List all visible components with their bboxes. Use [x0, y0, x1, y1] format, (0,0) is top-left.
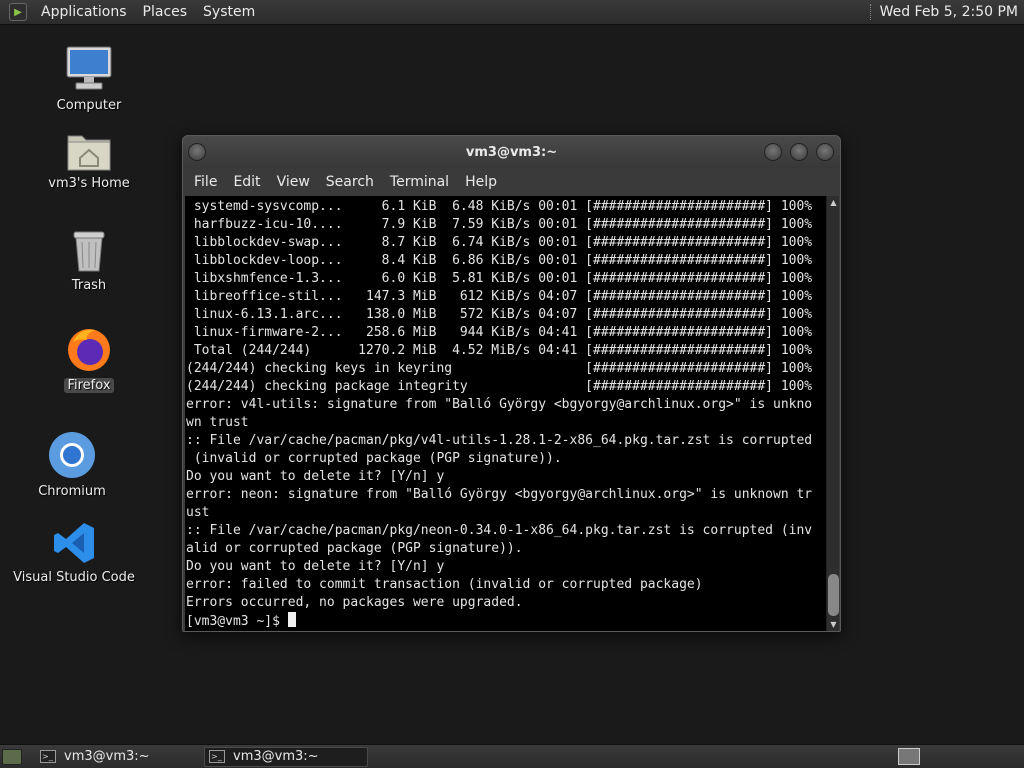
terminal-prompt: [vm3@vm3 ~]$	[186, 614, 288, 629]
terminal-line: :: File /var/cache/pacman/pkg/neon-0.34.…	[186, 523, 813, 538]
terminal-line: (244/244) checking keys in keyring [####…	[186, 361, 813, 376]
minimize-button[interactable]	[764, 143, 782, 161]
terminal-line: libreoffice-stil... 147.3 MiB 612 KiB/s …	[186, 289, 813, 304]
desktop-icon-vscode[interactable]: Visual Studio Code	[13, 520, 135, 585]
taskbar-item-active[interactable]: >_ vm3@vm3:~	[204, 746, 368, 767]
applications-menu-icon[interactable]: ▶	[9, 3, 27, 21]
vscode-icon	[54, 523, 94, 563]
panel-separator	[869, 4, 872, 20]
bottom-panel: >_ vm3@vm3:~ >_ vm3@vm3:~	[0, 744, 1024, 768]
menu-terminal[interactable]: Terminal	[382, 174, 457, 190]
scroll-up-arrow-icon[interactable]: ▲	[827, 196, 840, 209]
desktop-icon-label: Computer	[56, 98, 122, 113]
terminal-icon: >_	[40, 750, 56, 763]
menu-help[interactable]: Help	[457, 174, 505, 190]
clock[interactable]: Wed Feb 5, 2:50 PM	[880, 4, 1024, 20]
trash-icon	[73, 231, 105, 272]
terminal-text: systemd-sysvcomp... 6.1 KiB 6.48 KiB/s 0…	[185, 196, 826, 612]
terminal-line: :: File /var/cache/pacman/pkg/v4l-utils-…	[186, 433, 813, 448]
terminal-output[interactable]: systemd-sysvcomp... 6.1 KiB 6.48 KiB/s 0…	[185, 196, 826, 631]
menu-places[interactable]: Places	[135, 4, 196, 20]
terminal-line: linux-firmware-2... 258.6 MiB 944 KiB/s …	[186, 325, 813, 340]
desktop-icon-label: Chromium	[38, 484, 106, 499]
terminal-line: ust	[186, 505, 210, 520]
desktop-icon-chromium[interactable]: Chromium	[36, 430, 108, 499]
maximize-button[interactable]	[790, 143, 808, 161]
home-folder-icon	[67, 135, 111, 171]
desktop-icon-home[interactable]: vm3's Home	[46, 128, 132, 191]
window-menu-button[interactable]	[188, 143, 206, 161]
terminal-line: linux-6.13.1.arc... 138.0 MiB 572 KiB/s …	[186, 307, 813, 322]
terminal-line: error: failed to commit transaction (inv…	[186, 577, 703, 592]
terminal-window[interactable]: vm3@vm3:~ File Edit View Search Terminal…	[182, 135, 841, 632]
desktop-icon-firefox[interactable]: Firefox	[60, 326, 118, 393]
desktop-icon-label: Visual Studio Code	[13, 570, 135, 585]
terminal-line: Do you want to delete it? [Y/n] y	[186, 559, 445, 574]
workspace-switcher[interactable]	[898, 748, 920, 765]
taskbar-item-label: vm3@vm3:~	[64, 749, 150, 764]
desktop-icon-trash[interactable]: Trash	[60, 228, 118, 293]
terminal-line: Total (244/244) 1270.2 MiB 4.52 MiB/s 04…	[186, 343, 813, 358]
taskbar-item-label: vm3@vm3:~	[233, 749, 319, 764]
scrollbar-thumb[interactable]	[828, 574, 839, 616]
terminal-line: (invalid or corrupted package (PGP signa…	[186, 451, 562, 466]
terminal-line: Errors occurred, no packages were upgrad…	[186, 595, 523, 610]
terminal-scrollbar[interactable]: ▲ ▼	[826, 196, 839, 631]
terminal-line: error: v4l-utils: signature from "Balló …	[186, 397, 813, 412]
taskbar-item[interactable]: >_ vm3@vm3:~	[36, 747, 200, 767]
window-titlebar[interactable]: vm3@vm3:~	[183, 136, 840, 168]
text-cursor	[287, 612, 296, 627]
show-desktop-icon[interactable]	[2, 748, 22, 765]
terminal-line: libblockdev-swap... 8.7 KiB 6.74 KiB/s 0…	[186, 235, 813, 250]
terminal-line: (244/244) checking package integrity [##…	[186, 379, 813, 394]
scroll-down-arrow-icon[interactable]: ▼	[827, 618, 840, 631]
terminal-line: libxshmfence-1.3... 6.0 KiB 5.81 KiB/s 0…	[186, 271, 813, 286]
terminal-line: harfbuzz-icu-10.... 7.9 KiB 7.59 KiB/s 0…	[186, 217, 813, 232]
terminal-menubar: File Edit View Search Terminal Help	[183, 168, 840, 196]
terminal-prompt-line[interactable]: [vm3@vm3 ~]$	[185, 612, 826, 631]
menu-system[interactable]: System	[195, 4, 263, 20]
desktop-icon-label: Trash	[71, 278, 107, 293]
firefox-icon	[68, 329, 110, 371]
menu-search[interactable]: Search	[318, 174, 382, 190]
terminal-line: wn trust	[186, 415, 249, 430]
chromium-icon	[49, 432, 95, 478]
terminal-icon: >_	[209, 750, 225, 763]
menu-view[interactable]: View	[269, 174, 318, 190]
computer-icon	[66, 46, 112, 90]
desktop-icon-label: vm3's Home	[48, 176, 130, 191]
top-panel: ▶ Applications Places System Wed Feb 5, …	[0, 0, 1024, 25]
menu-applications[interactable]: Applications	[33, 4, 135, 20]
window-title: vm3@vm3:~	[465, 144, 558, 160]
terminal-line: Do you want to delete it? [Y/n] y	[186, 469, 445, 484]
menu-file[interactable]: File	[186, 174, 225, 190]
terminal-line: alid or corrupted package (PGP signature…	[186, 541, 523, 556]
desktop-icon-label: Firefox	[64, 378, 114, 393]
desktop-icon-computer[interactable]: Computer	[53, 44, 125, 113]
terminal-line: libblockdev-loop... 8.4 KiB 6.86 KiB/s 0…	[186, 253, 813, 268]
menu-edit[interactable]: Edit	[225, 174, 268, 190]
terminal-line: systemd-sysvcomp... 6.1 KiB 6.48 KiB/s 0…	[186, 199, 813, 214]
terminal-line: error: neon: signature from "Balló Györg…	[186, 487, 813, 502]
close-button[interactable]	[816, 143, 834, 161]
